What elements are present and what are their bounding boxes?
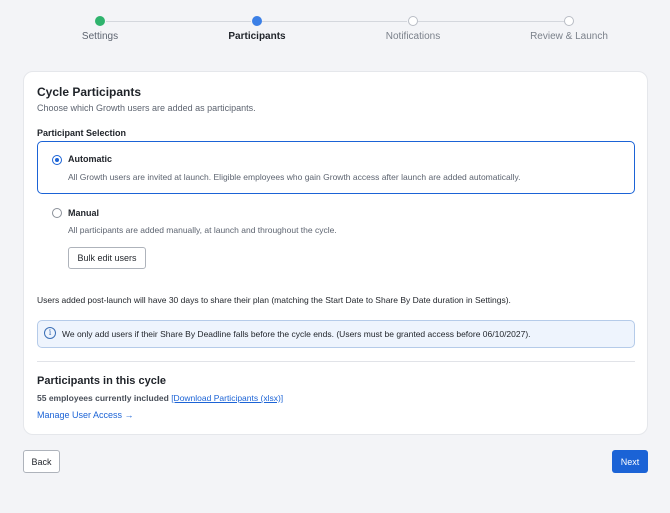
participants-card: Cycle Participants Choose which Growth u… <box>23 71 648 435</box>
card-title: Cycle Participants <box>37 85 142 99</box>
participants-count: 55 employees currently included <box>37 393 169 403</box>
manual-radio[interactable] <box>52 208 62 218</box>
automatic-option-title: Automatic <box>68 154 113 164</box>
next-button[interactable]: Next <box>612 450 648 473</box>
selection-label: Participant Selection <box>37 128 127 138</box>
automatic-radio[interactable] <box>52 155 62 165</box>
card-subtitle: Choose which Growth users are added as p… <box>37 103 256 113</box>
step-connector <box>262 21 407 22</box>
post-launch-note: Users added post-launch will have 30 day… <box>37 295 511 305</box>
step-review-launch[interactable]: Review & Launch <box>530 31 608 42</box>
info-icon: i <box>44 327 56 339</box>
info-text: We only add users if their Share By Dead… <box>62 329 531 339</box>
download-participants-link[interactable]: [Download Participants (xlsx)] <box>171 393 283 403</box>
info-banner: i We only add users if their Share By De… <box>37 320 635 348</box>
step-complete-icon <box>95 16 105 26</box>
progress-stepper: Settings Participants Notifications Revi… <box>0 0 670 60</box>
back-button[interactable]: Back <box>23 450 60 473</box>
divider <box>37 361 635 362</box>
step-participants[interactable]: Participants <box>228 31 285 42</box>
automatic-option-description: All Growth users are invited at launch. … <box>68 172 521 182</box>
step-connector <box>418 21 564 22</box>
participants-title: Participants in this cycle <box>37 375 166 387</box>
step-current-icon <box>252 16 262 26</box>
participants-summary: 55 employees currently included [Downloa… <box>37 393 283 403</box>
step-connector <box>106 21 251 22</box>
step-notifications[interactable]: Notifications <box>386 31 440 42</box>
manual-option-title: Manual <box>68 208 100 218</box>
step-pending-icon <box>408 16 418 26</box>
automatic-option[interactable]: Automatic All Growth users are invited a… <box>37 141 635 194</box>
step-settings[interactable]: Settings <box>82 31 118 42</box>
manual-option-description: All participants are added manually, at … <box>68 225 337 235</box>
manage-user-access-link[interactable]: Manage User Access → <box>37 410 134 420</box>
step-pending-icon <box>564 16 574 26</box>
bulk-edit-users-button[interactable]: Bulk edit users <box>68 247 146 269</box>
